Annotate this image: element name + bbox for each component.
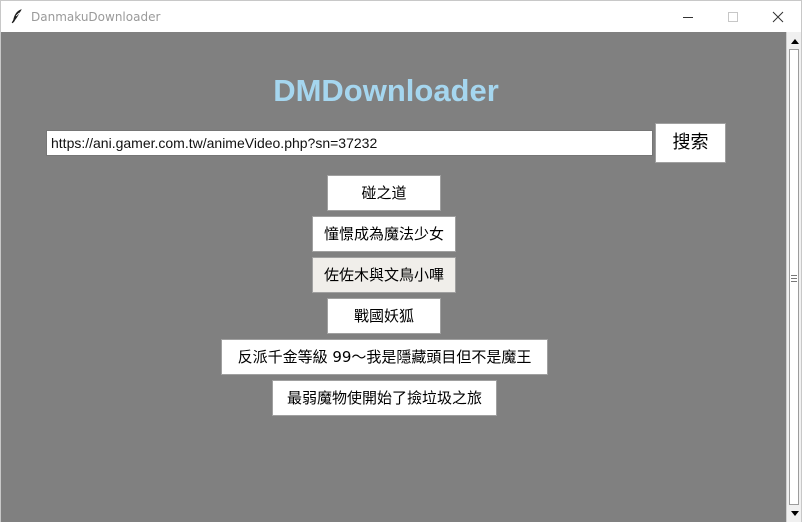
vertical-scrollbar[interactable] bbox=[786, 32, 801, 522]
chevron-up-icon bbox=[790, 39, 799, 44]
maximize-icon bbox=[728, 11, 738, 22]
scroll-grip-line bbox=[791, 275, 797, 276]
scroll-grip-line bbox=[791, 281, 797, 282]
title-bar[interactable]: DanmakuDownloader bbox=[1, 1, 801, 32]
window-title: DanmakuDownloader bbox=[31, 10, 161, 24]
feather-icon bbox=[11, 9, 22, 24]
anime-result-button-villainess-level-99[interactable]: 反派千金等級 99～我是隱藏頭目但不是魔王 bbox=[221, 339, 548, 375]
close-button[interactable] bbox=[755, 1, 801, 32]
scroll-grip-line bbox=[791, 278, 797, 279]
anime-result-button-sasaki-and-pi-chan[interactable]: 佐佐木與文鳥小嗶 bbox=[312, 257, 456, 293]
close-icon bbox=[772, 11, 784, 22]
minimize-icon bbox=[683, 16, 693, 18]
scrollbar-thumb[interactable] bbox=[789, 49, 799, 505]
anime-result-button-magical-girl[interactable]: 憧憬成為魔法少女 bbox=[312, 216, 456, 252]
scroll-down-button[interactable] bbox=[788, 506, 801, 522]
anime-result-button-weakest-tamer[interactable]: 最弱魔物使開始了撿垃圾之旅 bbox=[272, 380, 497, 416]
application-window: DanmakuDownloader DMDownloader 搜索 碰之道 憧憬… bbox=[0, 0, 802, 522]
anime-result-button-sengoku-youko[interactable]: 戰國妖狐 bbox=[327, 298, 441, 334]
anime-result-button-peng-zhi-dao[interactable]: 碰之道 bbox=[327, 175, 441, 211]
scroll-up-button[interactable] bbox=[788, 33, 801, 49]
chevron-down-icon bbox=[790, 511, 799, 516]
anime-result-list: 碰之道 憧憬成為魔法少女 佐佐木與文鳥小嗶 戰國妖狐 反派千金等級 99～我是隱… bbox=[1, 32, 786, 522]
maximize-button[interactable] bbox=[710, 1, 756, 32]
minimize-button[interactable] bbox=[665, 1, 711, 32]
main-content-area: DMDownloader 搜索 碰之道 憧憬成為魔法少女 佐佐木與文鳥小嗶 戰國… bbox=[1, 32, 786, 522]
